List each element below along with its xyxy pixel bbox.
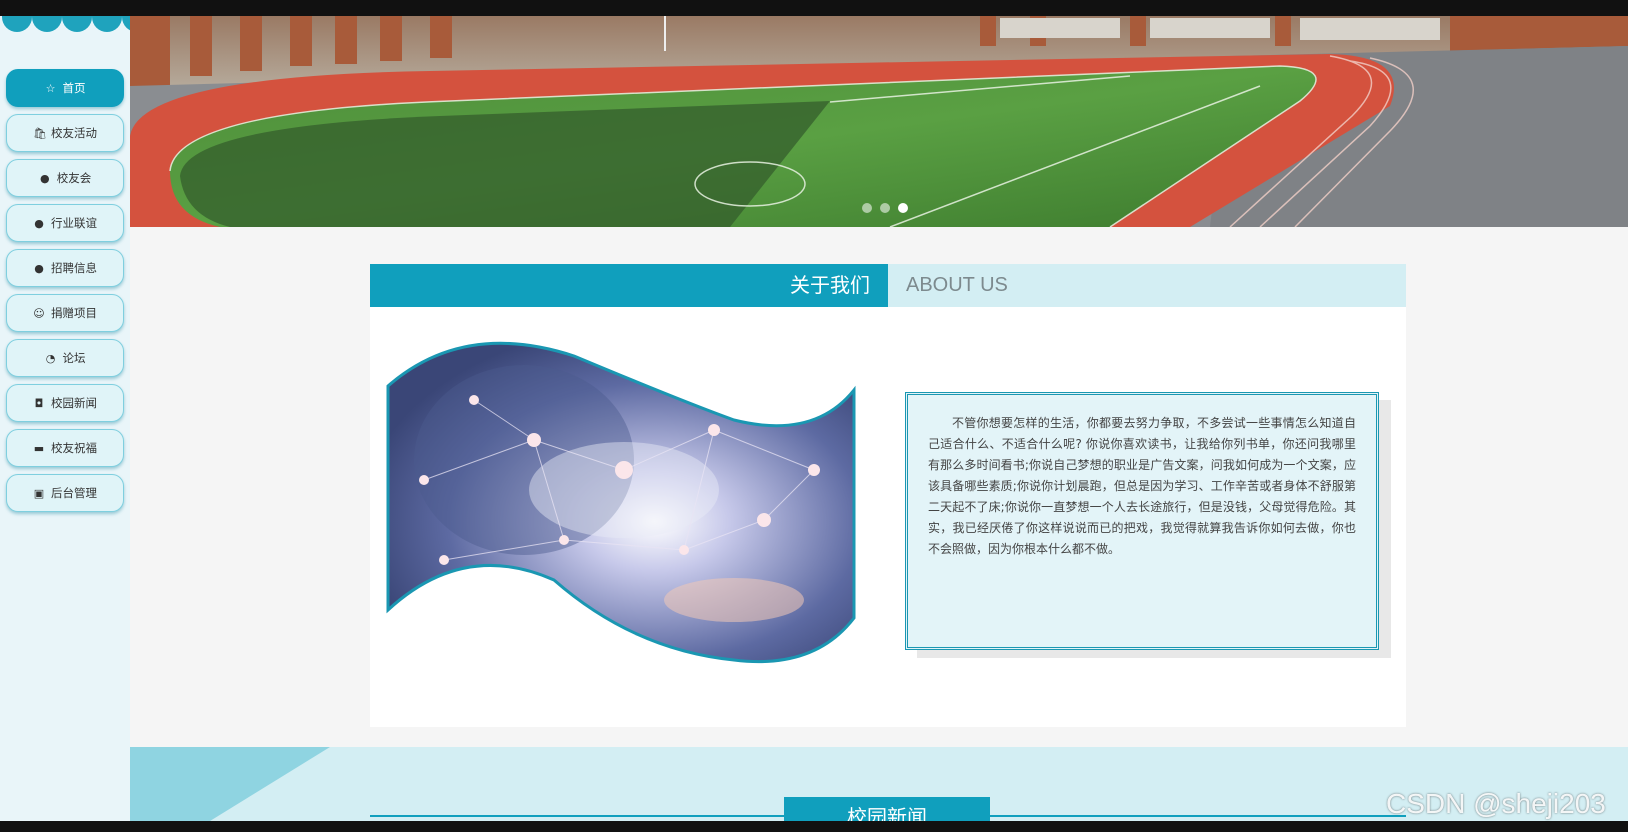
sidebar-item-1[interactable]: 🛍 校友活动 (6, 114, 124, 152)
news-title: 校园新闻 (784, 797, 990, 821)
sidebar-item-label: 校园新闻 (51, 396, 97, 410)
sidebar: ☆ 首页 🛍 校友活动 ● 校友会 ● 行业联谊 ● 招聘信息 ☺ 捐赠项目 ◔ 论坛 ◘ 校园新闻 ▬ 校友祝福… (0, 16, 130, 821)
sidebar-item-9[interactable]: ▣ 后台管理 (6, 474, 124, 512)
car-icon: ▬ (33, 441, 45, 455)
sidebar-item-0[interactable]: ☆ 首页 (6, 69, 124, 107)
sidebar-scallop-decoration (0, 16, 130, 34)
top-black-bar (0, 0, 1628, 16)
sidebar-item-5[interactable]: ☺ 捐赠项目 (6, 294, 124, 332)
app-window: ☆ 首页 🛍 校友活动 ● 校友会 ● 行业联谊 ● 招聘信息 ☺ 捐赠项目 ◔ 论坛 ◘ 校园新闻 ▬ 校友祝福… (0, 0, 1628, 832)
about-header: 关于我们 ABOUT US (370, 264, 1406, 307)
about-section: 关于我们 ABOUT US 不管你想要怎样的生活，你都要去努力争取，不多尝试一些… (370, 264, 1406, 727)
sidebar-item-label: 校友祝福 (51, 441, 97, 455)
star-icon: ☆ (45, 81, 56, 95)
sidebar-item-7[interactable]: ◘ 校园新闻 (6, 384, 124, 422)
camera-icon: ◘ (34, 396, 44, 410)
info-icon: ● (34, 261, 44, 275)
sidebar-item-label: 招聘信息 (51, 261, 97, 275)
sidebar-item-8[interactable]: ▬ 校友祝福 (6, 429, 124, 467)
bottom-black-bar (0, 821, 1628, 832)
banner-image-sports-field (130, 16, 1628, 227)
sidebar-item-2[interactable]: ● 校友会 (6, 159, 124, 197)
about-title: 关于我们 (370, 264, 888, 307)
sidebar-item-4[interactable]: ● 招聘信息 (6, 249, 124, 287)
about-wave-image (386, 341, 856, 664)
sidebar-item-label: 校友活动 (51, 126, 97, 140)
sidebar-item-label: 论坛 (62, 351, 86, 365)
clipboard-icon: ▣ (33, 486, 45, 500)
smile-icon: ☺ (33, 306, 45, 320)
about-subtitle: ABOUT US (906, 274, 1008, 296)
carousel-dots (862, 203, 908, 213)
sidebar-item-6[interactable]: ◔ 论坛 (6, 339, 124, 377)
bag-icon: 🛍 (33, 126, 47, 140)
sidebar-item-label: 后台管理 (51, 486, 97, 500)
sidebar-item-label: 首页 (62, 81, 86, 95)
watermark: CSDN @sheji203 (1386, 788, 1606, 819)
banner-carousel[interactable] (130, 16, 1628, 227)
chat-icon: ◔ (45, 351, 56, 365)
sidebar-item-label: 校友会 (56, 171, 92, 185)
about-text-box: 不管你想要怎样的生活，你都要去努力争取，不多尝试一些事情怎么知道自己适合什么、不… (905, 392, 1379, 650)
sidebar-item-label: 行业联谊 (51, 216, 97, 230)
about-text: 不管你想要怎样的生活，你都要去努力争取，不多尝试一些事情怎么知道自己适合什么、不… (928, 416, 1356, 556)
sidebar-item-label: 捐赠项目 (51, 306, 97, 320)
question-icon: ● (34, 216, 44, 230)
exclamation-icon: ● (39, 171, 50, 185)
carousel-dot[interactable] (898, 203, 908, 213)
carousel-dot[interactable] (862, 203, 872, 213)
main-content: 关于我们 ABOUT US 不管你想要怎样的生活，你都要去努力争取，不多尝试一些… (130, 16, 1628, 821)
carousel-dot[interactable] (880, 203, 890, 213)
sidebar-item-3[interactable]: ● 行业联谊 (6, 204, 124, 242)
